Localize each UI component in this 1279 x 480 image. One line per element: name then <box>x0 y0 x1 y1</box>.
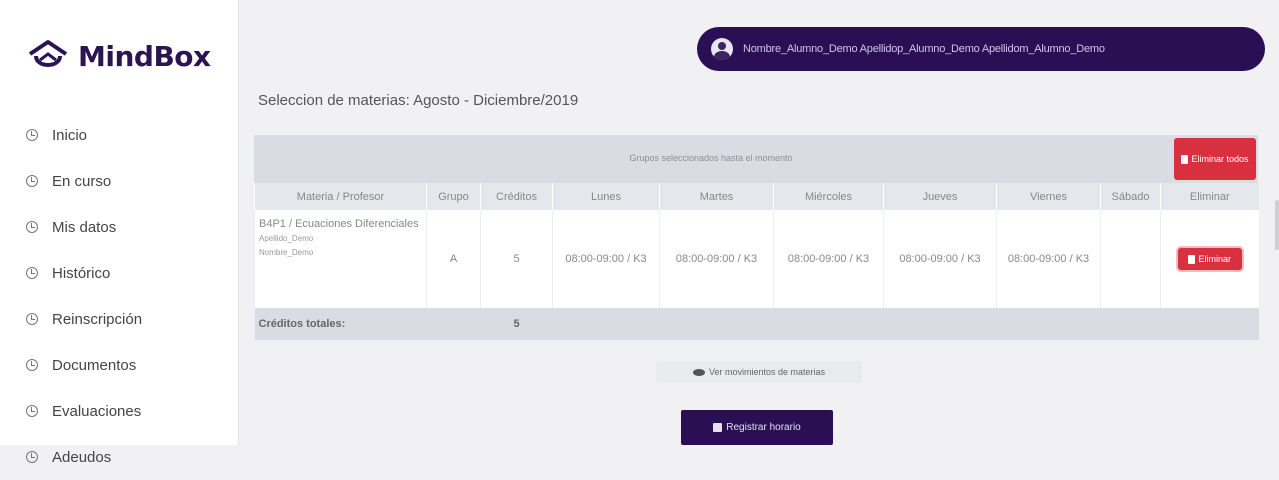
clock-icon <box>26 359 38 371</box>
sidebar-item-label: En curso <box>52 172 112 190</box>
trash-icon <box>1181 154 1189 164</box>
selected-groups-caption: Grupos seleccionados hasta el momento <box>629 153 793 163</box>
clock-icon <box>26 175 38 187</box>
save-icon <box>713 423 723 432</box>
clock-icon <box>26 267 38 279</box>
sidebar-item-mis-datos[interactable]: Mis datos <box>26 204 142 250</box>
mindbox-logo-icon <box>28 40 68 67</box>
table-row: B4P1 / Ecuaciones Diferenciales Apellido… <box>254 210 1259 308</box>
delete-row-label: Eliminar <box>1198 254 1231 264</box>
clock-icon <box>26 451 38 463</box>
view-movements-label: Ver movimientos de materias <box>708 367 826 377</box>
selected-groups-header: Grupos seleccionados hasta el momento El… <box>254 135 1258 183</box>
brand-logo[interactable]: MindBox <box>26 38 211 74</box>
materia-cell: B4P1 / Ecuaciones Diferenciales Apellido… <box>254 210 427 308</box>
creditos-cell: 5 <box>480 210 553 308</box>
clock-icon <box>26 221 38 233</box>
column-header: Martes <box>659 183 774 210</box>
sidebar-item-label: Mis datos <box>52 218 117 236</box>
sabado-cell <box>1100 210 1161 308</box>
column-header: Sábado <box>1100 183 1161 210</box>
sidebar-item-historico[interactable]: Histórico <box>26 250 142 296</box>
register-schedule-label: Registrar horario <box>726 422 801 433</box>
sidebar-nav: Inicio En curso Mis datos Histórico Rein… <box>26 112 142 480</box>
user-menu[interactable]: Nombre_Alumno_Demo Apellidop_Alumno_Demo… <box>697 27 1265 71</box>
total-row-filler <box>553 308 1259 340</box>
column-header: Créditos <box>480 183 553 210</box>
sidebar-item-adeudos[interactable]: Adeudos <box>26 434 142 480</box>
column-header: Jueves <box>883 183 997 210</box>
viernes-cell: 08:00-09:00 / K3 <box>996 210 1101 308</box>
page-title: Seleccion de materias: Agosto - Diciembr… <box>258 92 579 109</box>
selected-groups-panel: Grupos seleccionados hasta el momento El… <box>254 135 1259 340</box>
materia-name: B4P1 / Ecuaciones Diferenciales <box>259 218 419 230</box>
sidebar-item-reinscripcion[interactable]: Reinscripción <box>26 296 142 342</box>
sidebar-item-inicio[interactable]: Inicio <box>26 112 142 158</box>
miercoles-cell: 08:00-09:00 / K3 <box>773 210 884 308</box>
column-header: Eliminar <box>1160 183 1259 210</box>
view-movements-button[interactable]: Ver movimientos de materias <box>656 361 862 383</box>
column-header: Materia / Profesor <box>254 183 427 210</box>
table-header-row: Materia / Profesor Grupo Créditos Lunes … <box>254 183 1259 210</box>
jueves-cell: 08:00-09:00 / K3 <box>883 210 997 308</box>
avatar <box>711 38 733 60</box>
sidebar-item-documentos[interactable]: Documentos <box>26 342 142 388</box>
column-header: Miércoles <box>773 183 884 210</box>
sidebar-item-label: Adeudos <box>52 448 112 466</box>
column-header: Viernes <box>996 183 1101 210</box>
sidebar-item-label: Reinscripción <box>52 310 143 328</box>
sidebar: MindBox Inicio En curso Mis datos Histór… <box>0 0 239 466</box>
clock-icon <box>26 405 38 417</box>
user-name: Nombre_Alumno_Demo Apellidop_Alumno_Demo… <box>743 43 1105 55</box>
clock-icon <box>26 313 38 325</box>
schedule-table: Materia / Profesor Grupo Créditos Lunes … <box>254 183 1259 340</box>
trash-icon <box>1188 254 1196 264</box>
scrollbar[interactable] <box>1275 200 1279 250</box>
sidebar-item-label: Inicio <box>52 126 88 144</box>
column-header: Grupo <box>426 183 481 210</box>
sidebar-item-label: Evaluaciones <box>52 402 142 420</box>
sidebar-item-en-curso[interactable]: En curso <box>26 158 142 204</box>
total-credits-label: Créditos totales: <box>258 318 346 330</box>
eye-icon <box>692 368 705 376</box>
lunes-cell: 08:00-09:00 / K3 <box>552 210 660 308</box>
brand-name: MindBox <box>78 39 211 73</box>
profesor-nombre: Nombre_Demo <box>259 248 314 257</box>
martes-cell: 08:00-09:00 / K3 <box>659 210 774 308</box>
sidebar-item-label: Histórico <box>52 264 111 282</box>
total-credits-value: 5 <box>513 318 520 330</box>
profesor-apellido: Apellido_Demo <box>259 234 314 243</box>
grupo-cell: A <box>426 210 481 308</box>
column-header: Lunes <box>552 183 660 210</box>
delete-all-label: Eliminar todos <box>1191 153 1249 164</box>
total-row: Créditos totales: 5 <box>254 308 1259 340</box>
register-schedule-button[interactable]: Registrar horario <box>681 410 833 445</box>
delete-all-button[interactable]: Eliminar todos <box>1174 138 1256 180</box>
sidebar-item-evaluaciones[interactable]: Evaluaciones <box>26 388 142 434</box>
delete-row-button[interactable]: Eliminar <box>1177 248 1242 270</box>
clock-icon <box>26 129 38 141</box>
sidebar-item-label: Documentos <box>52 356 137 374</box>
eliminar-cell: Eliminar <box>1160 210 1259 308</box>
